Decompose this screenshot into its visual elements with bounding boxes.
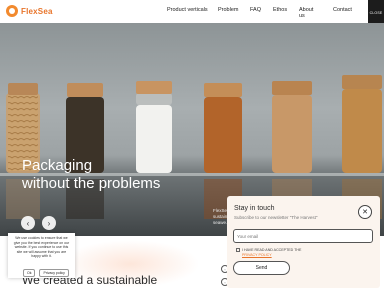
site-header: FlexSea Product verticals Problem FAQ Et…: [0, 0, 384, 23]
nav-contact[interactable]: Contact: [333, 7, 352, 13]
logo[interactable]: FlexSea: [6, 5, 53, 17]
close-icon[interactable]: ✕: [358, 205, 372, 219]
logo-text: FlexSea: [21, 6, 53, 16]
popup-subtitle: Subscribe to our newsletter "The Harvest…: [234, 215, 318, 220]
privacy-policy-button[interactable]: Privacy policy: [39, 269, 69, 277]
privacy-policy-link[interactable]: PRIVACY POLICY: [242, 253, 272, 257]
cookie-banner: We use cookies to ensure that we give yo…: [8, 233, 75, 278]
send-button[interactable]: Send: [233, 261, 290, 275]
arrow-right-icon[interactable]: ›: [42, 216, 56, 230]
cookie-ok-button[interactable]: Ok: [23, 269, 36, 277]
consent-checkbox[interactable]: [236, 248, 240, 252]
popup-title: Stay in touch: [234, 205, 275, 212]
consent-label: I HAVE READ AND ACCEPTED THE PRIVACY POL…: [242, 248, 301, 257]
nav-ethos[interactable]: Ethos: [273, 7, 287, 13]
nav-product-verticals[interactable]: Product verticals: [167, 7, 217, 13]
hero-title: Packaging without the problems: [22, 157, 160, 193]
hero-title-line2: without the problems: [22, 175, 161, 192]
email-field[interactable]: [233, 229, 373, 243]
newsletter-popup: Stay in touch Subscribe to our newslette…: [227, 196, 380, 288]
nav-about-us[interactable]: About us: [299, 7, 313, 19]
nav-problem[interactable]: Problem: [218, 7, 238, 13]
hero-title-line1: Packaging: [22, 157, 93, 174]
flexsea-logo-icon: [6, 5, 18, 17]
consent-text: I HAVE READ AND ACCEPTED THE: [242, 248, 302, 252]
cookie-text: We use cookies to ensure that we give yo…: [13, 236, 70, 259]
nav-faq[interactable]: FAQ: [250, 7, 261, 13]
arrow-left-icon[interactable]: ‹: [21, 216, 35, 230]
